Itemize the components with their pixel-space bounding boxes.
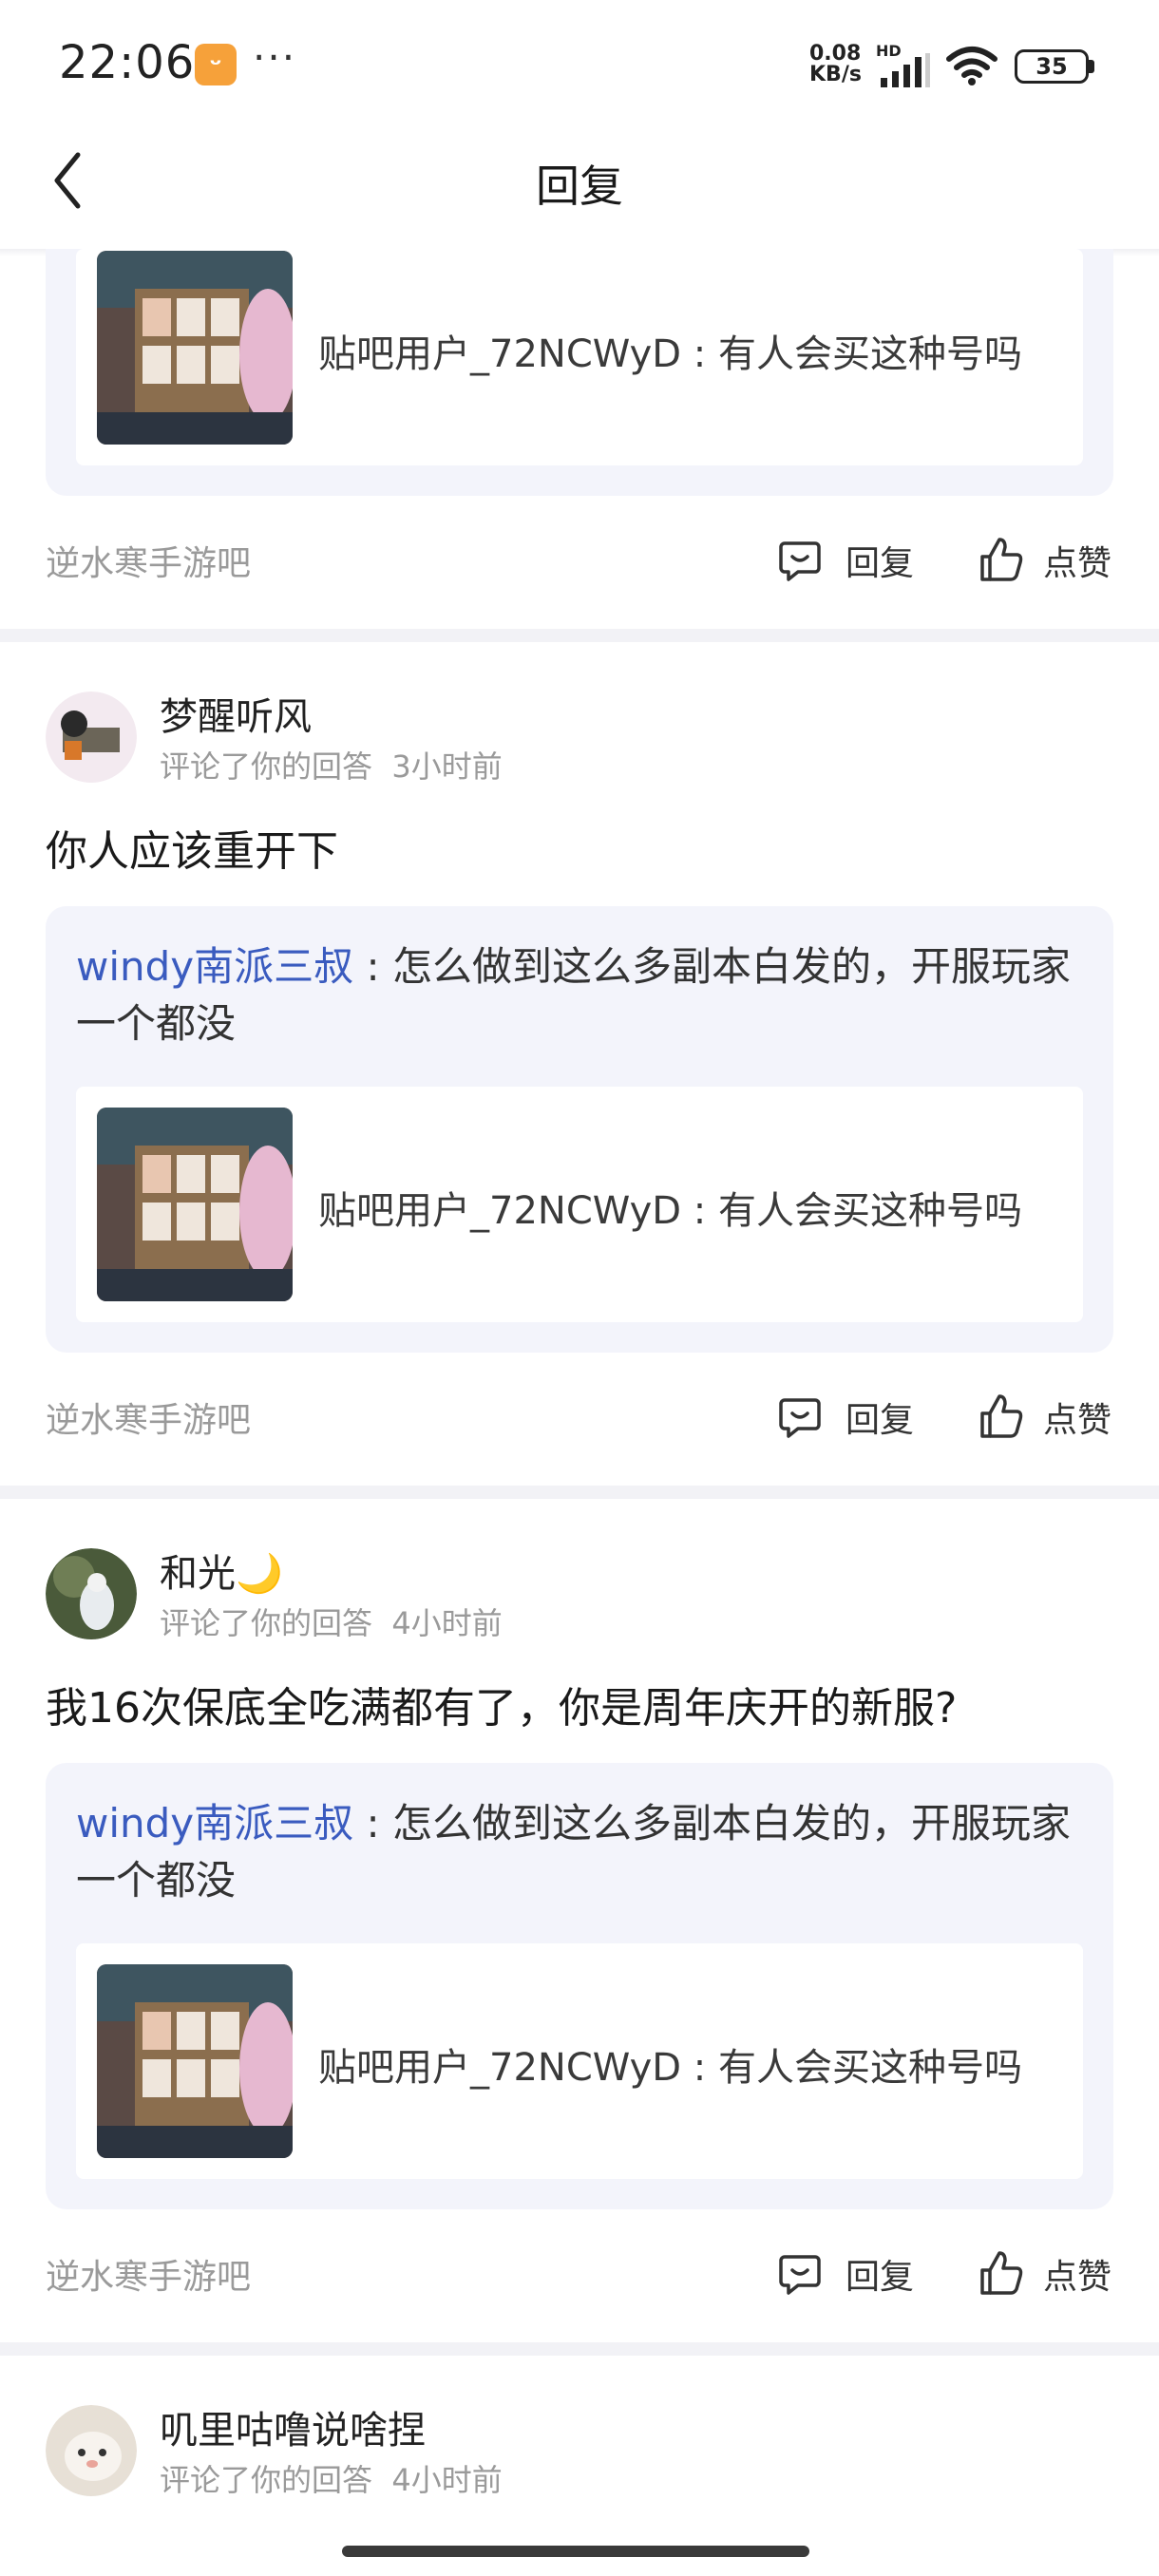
comment-time: 3小时前 <box>391 748 503 785</box>
home-indicator[interactable] <box>342 2546 809 2557</box>
divider <box>0 1486 1159 1499</box>
username[interactable]: 梦醒听风 <box>160 686 312 741</box>
thumbs-up-icon[interactable] <box>978 536 1024 583</box>
avatar[interactable] <box>46 691 137 783</box>
quote-author[interactable]: windy南派三叔 <box>76 1800 353 1847</box>
comment-icon[interactable] <box>777 2251 823 2297</box>
thumbs-up-icon[interactable] <box>978 2249 1024 2297</box>
username[interactable]: 和光🌙 <box>160 1543 283 1598</box>
like-button[interactable]: 点赞 <box>1043 1392 1112 1442</box>
avatar[interactable] <box>46 2405 137 2496</box>
post-thumbnail[interactable] <box>97 1964 293 2158</box>
quoted-reply[interactable]: windy南派三叔 : 怎么做到这么多副本白发的，开服玩家一个都没 <box>76 938 1083 1052</box>
comment-content[interactable]: 你人应该重开下 <box>46 817 338 878</box>
net-speed: 0.08 KB/s <box>809 44 876 85</box>
forum-name[interactable]: 逆水寒手游吧 <box>46 536 251 585</box>
quoted-reply[interactable]: windy南派三叔 : 怎么做到这么多副本白发的，开服玩家一个都没 <box>76 1795 1083 1909</box>
quote-author[interactable]: windy南派三叔 <box>76 943 353 990</box>
comment-meta: 评论了你的回答 3小时前 <box>160 743 503 786</box>
signal-icon <box>881 53 930 87</box>
reply-button[interactable]: 回复 <box>846 536 914 585</box>
original-post-text: 贴吧用户_72NCWyD : 有人会买这种号吗 <box>318 2046 1022 2090</box>
post-thumbnail[interactable] <box>97 1108 293 1301</box>
comment-time: 4小时前 <box>391 1605 503 1641</box>
comment-action: 评论了你的回答 <box>160 748 373 785</box>
comment-action: 评论了你的回答 <box>160 1605 373 1641</box>
comment-meta: 评论了你的回答 4小时前 <box>160 2456 503 2500</box>
like-button[interactable]: 点赞 <box>1043 2249 1112 2299</box>
comment-icon[interactable] <box>777 538 823 583</box>
original-post-text: 贴吧用户_72NCWyD : 有人会买这种号吗 <box>318 1189 1022 1233</box>
comment-meta: 评论了你的回答 4小时前 <box>160 1600 503 1643</box>
post-thumbnail[interactable] <box>97 251 293 445</box>
comment-icon[interactable] <box>777 1394 823 1440</box>
net-speed-unit: KB/s <box>809 63 862 86</box>
status-more-icon: ··· <box>253 34 297 81</box>
app-smile-icon: ᵕ <box>195 44 237 85</box>
username[interactable]: 叽里咕噜说啥捏 <box>160 2399 426 2454</box>
net-speed-value: 0.08 <box>809 42 862 66</box>
comment-action: 评论了你的回答 <box>160 2462 373 2498</box>
forum-name[interactable]: 逆水寒手游吧 <box>46 1392 251 1442</box>
battery-tip <box>1089 60 1094 73</box>
reply-button[interactable]: 回复 <box>846 1392 914 1442</box>
comment-content[interactable]: 我16次保底全吃满都有了，你是周年庆开的新服? <box>46 1674 957 1734</box>
divider <box>0 629 1159 642</box>
divider <box>0 2342 1159 2356</box>
page-title: 回复 <box>536 161 623 212</box>
status-time: 22:06 <box>59 36 196 89</box>
like-button[interactable]: 点赞 <box>1043 536 1112 585</box>
original-post-text: 贴吧用户_72NCWyD : 有人会买这种号吗 <box>318 332 1022 376</box>
reply-button[interactable]: 回复 <box>846 2249 914 2299</box>
thumbs-up-icon[interactable] <box>978 1392 1024 1440</box>
avatar[interactable] <box>46 1548 137 1639</box>
forum-name[interactable]: 逆水寒手游吧 <box>46 2249 251 2299</box>
comment-time: 4小时前 <box>391 2462 503 2498</box>
battery-icon: 35 <box>1015 49 1089 84</box>
wifi-icon <box>946 47 998 85</box>
